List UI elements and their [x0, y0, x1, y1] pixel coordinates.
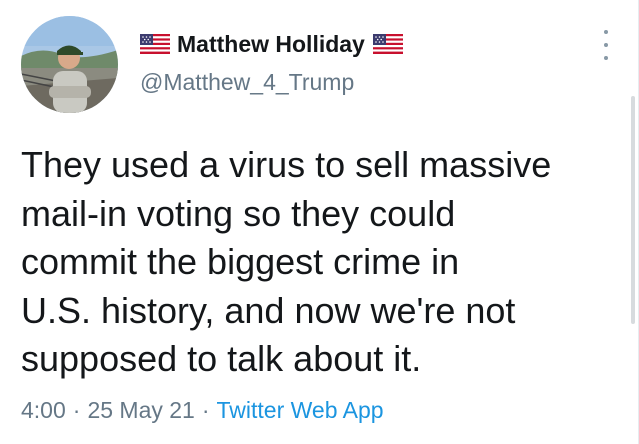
- more-dot: [604, 43, 608, 47]
- source-app-link[interactable]: Twitter Web App: [217, 397, 384, 423]
- us-flag-icon: [372, 34, 403, 54]
- tweet-text: They used a virus to sell massive mail-i…: [21, 141, 621, 384]
- more-options-icon[interactable]: [599, 30, 613, 60]
- tweet-date[interactable]: 25 May 21: [87, 397, 194, 423]
- tweet-text-line: U.S. history, and now we're not: [21, 289, 516, 331]
- tweet-text-line: They used a virus to sell massive: [21, 144, 552, 185]
- user-handle[interactable]: @Matthew_4_Trump: [140, 69, 403, 96]
- tweet-metadata: 4:00 · 25 May 21 · Twitter Web App: [21, 397, 384, 424]
- more-dot: [604, 56, 608, 60]
- tweet-time[interactable]: 4:00: [21, 397, 66, 423]
- more-dot: [604, 30, 608, 34]
- tweet-card: Matthew Holliday @Matthew_4_Trump They u…: [0, 0, 639, 444]
- scrollbar[interactable]: [631, 96, 635, 324]
- tweet-text-line: supposed to talk about it.: [21, 338, 422, 379]
- display-name[interactable]: Matthew Holliday: [177, 31, 365, 58]
- avatar[interactable]: [21, 16, 118, 113]
- tweet-text-line: commit the biggest crime in: [21, 241, 460, 282]
- tweet-text-line: mail-in voting so they could: [21, 192, 456, 234]
- us-flag-icon: [140, 34, 170, 54]
- separator: ·: [201, 397, 210, 423]
- separator: ·: [72, 397, 81, 423]
- tweet-header: Matthew Holliday @Matthew_4_Trump: [140, 29, 403, 96]
- name-row[interactable]: Matthew Holliday: [140, 29, 403, 59]
- avatar-photo: [21, 16, 118, 113]
